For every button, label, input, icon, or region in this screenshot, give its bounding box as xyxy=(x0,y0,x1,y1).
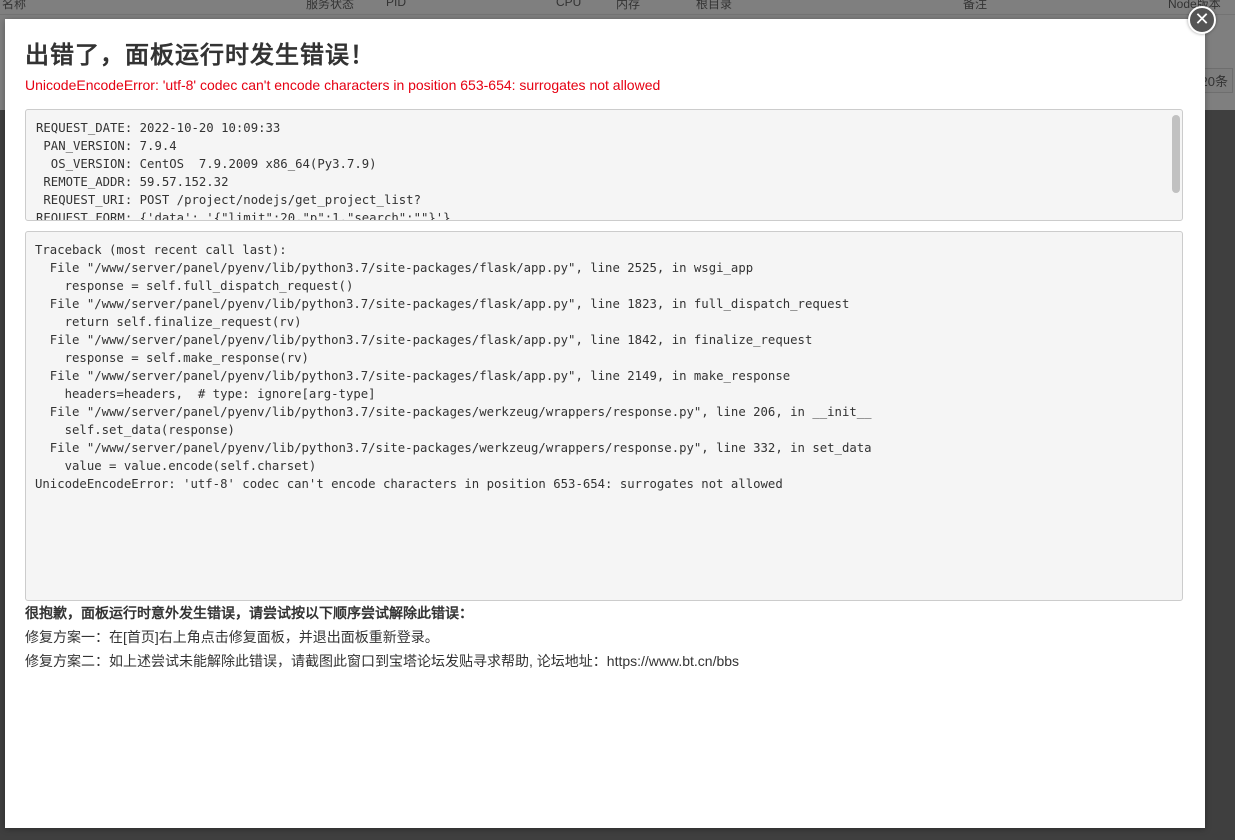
traceback-line: File "/www/server/panel/pyenv/lib/python… xyxy=(35,405,872,419)
traceback-line: response = self.full_dispatch_request() xyxy=(35,279,354,293)
request-info-line: PAN_VERSION: 7.9.4 xyxy=(36,139,177,153)
traceback-line: value = value.encode(self.charset) xyxy=(35,459,317,473)
request-info-line: REMOTE_ADDR: 59.57.152.32 xyxy=(36,175,229,189)
traceback-line: File "/www/server/panel/pyenv/lib/python… xyxy=(35,369,791,383)
traceback-line: response = self.make_response(rv) xyxy=(35,351,309,365)
traceback-line: self.set_data(response) xyxy=(35,423,235,437)
traceback-line: File "/www/server/panel/pyenv/lib/python… xyxy=(35,333,813,347)
fix-option-two: 修复方案二：如上述尝试未能解除此错误，请截图此窗口到宝塔论坛发贴寻求帮助, 论坛… xyxy=(25,653,740,669)
traceback-line: UnicodeEncodeError: 'utf-8' codec can't … xyxy=(35,477,783,491)
request-info-box[interactable]: REQUEST_DATE: 2022-10-20 10:09:33 PAN_VE… xyxy=(25,109,1183,221)
help-heading: 很抱歉，面板运行时意外发生错误，请尝试按以下顺序尝试解除此错误： xyxy=(25,605,473,621)
traceback-line: File "/www/server/panel/pyenv/lib/python… xyxy=(35,297,850,311)
request-info-line: REQUEST_URI: POST /project/nodejs/get_pr… xyxy=(36,193,421,207)
dialog-title: 出错了，面板运行时发生错误！ xyxy=(25,42,375,69)
request-info-line: REQUEST_FORM: {'data': '{"limit":20,"p":… xyxy=(36,211,451,221)
traceback-line: Traceback (most recent call last): xyxy=(35,243,287,257)
traceback-line: File "/www/server/panel/pyenv/lib/python… xyxy=(35,441,872,455)
fix-option-one: 修复方案一：在[首页]右上角点击修复面板，并退出面板重新登录。 xyxy=(25,629,439,645)
traceback-line: headers=headers, # type: ignore[arg-type… xyxy=(35,387,376,401)
request-info-lines: REQUEST_DATE: 2022-10-20 10:09:33 PAN_VE… xyxy=(36,119,451,221)
error-dialog: 出错了，面板运行时发生错误！ UnicodeEncodeError: 'utf-… xyxy=(5,19,1205,828)
traceback-box[interactable]: Traceback (most recent call last): File … xyxy=(25,231,1183,601)
close-icon[interactable]: ✕ xyxy=(1188,6,1216,34)
traceback-line: return self.finalize_request(rv) xyxy=(35,315,302,329)
traceback-line: File "/www/server/panel/pyenv/lib/python… xyxy=(35,261,754,275)
request-info-line: REQUEST_DATE: 2022-10-20 10:09:33 xyxy=(36,121,281,135)
help-text: 很抱歉，面板运行时意外发生错误，请尝试按以下顺序尝试解除此错误： 修复方案一：在… xyxy=(25,604,739,676)
error-message: UnicodeEncodeError: 'utf-8' codec can't … xyxy=(25,77,661,93)
scrollbar-thumb[interactable] xyxy=(1172,115,1180,193)
request-info-scrollbar[interactable] xyxy=(1172,113,1180,217)
request-info-line: OS_VERSION: CentOS 7.9.2009 x86_64(Py3.7… xyxy=(36,157,377,171)
traceback-lines: Traceback (most recent call last): File … xyxy=(35,241,872,493)
